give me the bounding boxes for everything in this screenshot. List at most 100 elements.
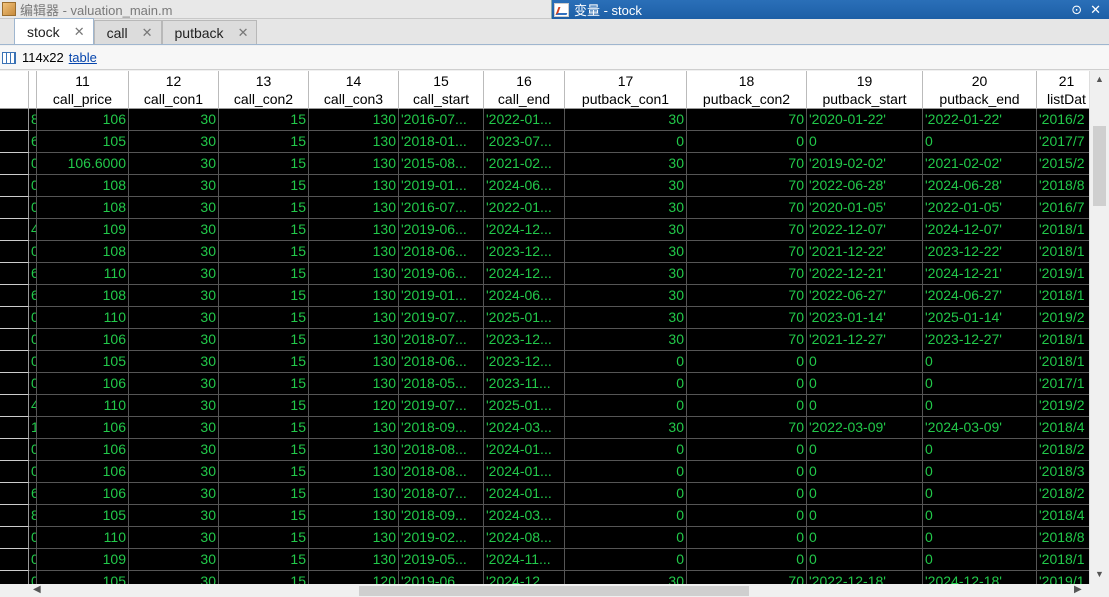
grid-cell[interactable]: '2018-05... <box>399 373 484 395</box>
grid-cell[interactable]: 0 <box>687 351 807 373</box>
grid-cell[interactable]: 130 <box>309 329 399 351</box>
grid-cell[interactable]: 0 <box>29 307 37 329</box>
grid-cell[interactable]: 30 <box>565 285 687 307</box>
scroll-down-icon[interactable]: ▼ <box>1095 569 1104 579</box>
grid-cell[interactable]: 70 <box>687 285 807 307</box>
grid-cell[interactable]: 0 <box>565 527 687 549</box>
scroll-left-icon[interactable]: ◀ <box>33 584 41 595</box>
grid-cell[interactable]: '2018-09... <box>399 417 484 439</box>
grid-cell[interactable]: 30 <box>565 109 687 131</box>
grid-cell[interactable]: '2019-02... <box>399 527 484 549</box>
row-header[interactable]: 5 <box>0 197 29 219</box>
row-header[interactable]: 6 <box>0 219 29 241</box>
grid-cell[interactable]: 30 <box>129 461 219 483</box>
grid-cell[interactable]: 0 <box>923 131 1037 153</box>
grid-cell[interactable]: 30 <box>129 571 219 584</box>
grid-cell[interactable]: '2023-12... <box>484 329 565 351</box>
grid-cell[interactable]: 0 <box>807 373 923 395</box>
grid-cell[interactable]: 15 <box>219 505 309 527</box>
row-header[interactable]: 1 <box>0 109 29 131</box>
grid-cell[interactable]: 0 <box>29 527 37 549</box>
grid-cell[interactable]: 0 <box>687 395 807 417</box>
scroll-up-icon[interactable]: ▲ <box>1095 74 1104 84</box>
grid-cell[interactable]: '2018/2 <box>1037 483 1089 505</box>
column-header-partial[interactable] <box>29 71 37 109</box>
grid-cell[interactable]: '2024-03-09' <box>923 417 1037 439</box>
grid-cell[interactable]: 0 <box>29 197 37 219</box>
grid-cell[interactable]: '2015/2 <box>1037 153 1089 175</box>
horizontal-scrollbar[interactable]: ◀ ▶ <box>29 584 1089 597</box>
grid-cell[interactable]: 15 <box>219 285 309 307</box>
grid-cell[interactable]: 15 <box>219 241 309 263</box>
grid-cell[interactable]: 70 <box>687 175 807 197</box>
grid-cell[interactable]: 120 <box>309 571 399 584</box>
editor-title-bar[interactable]: 编辑器 - valuation_main.m <box>0 0 551 19</box>
grid-cell[interactable]: 30 <box>129 263 219 285</box>
grid-cell[interactable]: 130 <box>309 549 399 571</box>
grid-cell[interactable]: '2023-07... <box>484 131 565 153</box>
grid-cell[interactable]: '2016-07... <box>399 197 484 219</box>
grid-cell[interactable]: 106 <box>37 329 129 351</box>
grid-cell[interactable]: '2019-06... <box>399 571 484 584</box>
grid-cell[interactable]: 30 <box>129 549 219 571</box>
grid-cell[interactable]: 30 <box>129 197 219 219</box>
grid-cell[interactable]: '2022-12-18' <box>807 571 923 584</box>
variables-title-bar[interactable]: 变量 - stock ⊙ ✕ <box>551 0 1109 19</box>
grid-cell[interactable]: 15 <box>219 329 309 351</box>
grid-cell[interactable]: 30 <box>129 439 219 461</box>
grid-cell[interactable]: 4 <box>29 219 37 241</box>
grid-cell[interactable]: 0 <box>29 549 37 571</box>
grid-cell[interactable]: 15 <box>219 417 309 439</box>
grid-cell[interactable]: 0 <box>687 483 807 505</box>
tab-close-icon[interactable]: ✕ <box>142 25 153 41</box>
grid-cell[interactable]: '2022-06-27' <box>807 285 923 307</box>
tab-putback[interactable]: putback ✕ <box>161 20 258 44</box>
row-header[interactable]: 8 <box>0 263 29 285</box>
grid-cell[interactable]: 130 <box>309 197 399 219</box>
grid-cell[interactable]: '2023-01-14' <box>807 307 923 329</box>
grid-cell[interactable]: '2022-03-09' <box>807 417 923 439</box>
grid-cell[interactable]: '2022-06-28' <box>807 175 923 197</box>
grid-cell[interactable]: 30 <box>565 571 687 584</box>
grid-cell[interactable]: '2023-12... <box>484 241 565 263</box>
row-header[interactable]: 22 <box>0 571 29 584</box>
grid-cell[interactable]: 15 <box>219 571 309 584</box>
vertical-scroll-thumb[interactable] <box>1093 126 1106 206</box>
grid-cell[interactable]: 70 <box>687 329 807 351</box>
grid-cell[interactable]: '2018-08... <box>399 439 484 461</box>
grid-cell[interactable]: '2024-03... <box>484 417 565 439</box>
row-header[interactable]: 2 <box>0 131 29 153</box>
grid-cell[interactable]: 0 <box>687 549 807 571</box>
window-menu-icon[interactable]: ⊙ <box>1071 2 1082 18</box>
grid-cell[interactable]: '2023-12... <box>484 351 565 373</box>
grid-cell[interactable]: '2021-02-02' <box>923 153 1037 175</box>
grid-cell[interactable]: 8 <box>29 505 37 527</box>
grid-cell[interactable]: 70 <box>687 153 807 175</box>
grid-cell[interactable]: '2022-12-21' <box>807 263 923 285</box>
grid-cell[interactable]: 0 <box>687 373 807 395</box>
grid-cell[interactable]: '2018-07... <box>399 329 484 351</box>
grid-cell[interactable]: 0 <box>687 505 807 527</box>
row-header[interactable]: 21 <box>0 549 29 571</box>
grid-cell[interactable]: 30 <box>129 483 219 505</box>
grid-cell[interactable]: 15 <box>219 373 309 395</box>
grid-cell[interactable]: '2025-01... <box>484 395 565 417</box>
grid-cell[interactable]: 30 <box>129 241 219 263</box>
grid-cell[interactable]: 130 <box>309 351 399 373</box>
grid-cell[interactable]: '2019-02-02' <box>807 153 923 175</box>
grid-cell[interactable]: '2018-08... <box>399 461 484 483</box>
grid-cell[interactable]: 0 <box>29 461 37 483</box>
grid-cell[interactable]: '2022-01... <box>484 109 565 131</box>
close-icon[interactable]: ✕ <box>1090 2 1101 18</box>
grid-cell[interactable]: 15 <box>219 483 309 505</box>
grid-cell[interactable]: 30 <box>129 153 219 175</box>
grid-cell[interactable]: 30 <box>129 109 219 131</box>
tab-close-icon[interactable]: ✕ <box>74 24 85 40</box>
row-header[interactable]: 17 <box>0 461 29 483</box>
grid-cell[interactable]: 106 <box>37 417 129 439</box>
grid-cell[interactable]: 0 <box>687 131 807 153</box>
grid-cell[interactable]: '2018/3 <box>1037 461 1089 483</box>
grid-cell[interactable]: 30 <box>565 307 687 329</box>
grid-cell[interactable]: 130 <box>309 263 399 285</box>
grid-cell[interactable]: 15 <box>219 131 309 153</box>
